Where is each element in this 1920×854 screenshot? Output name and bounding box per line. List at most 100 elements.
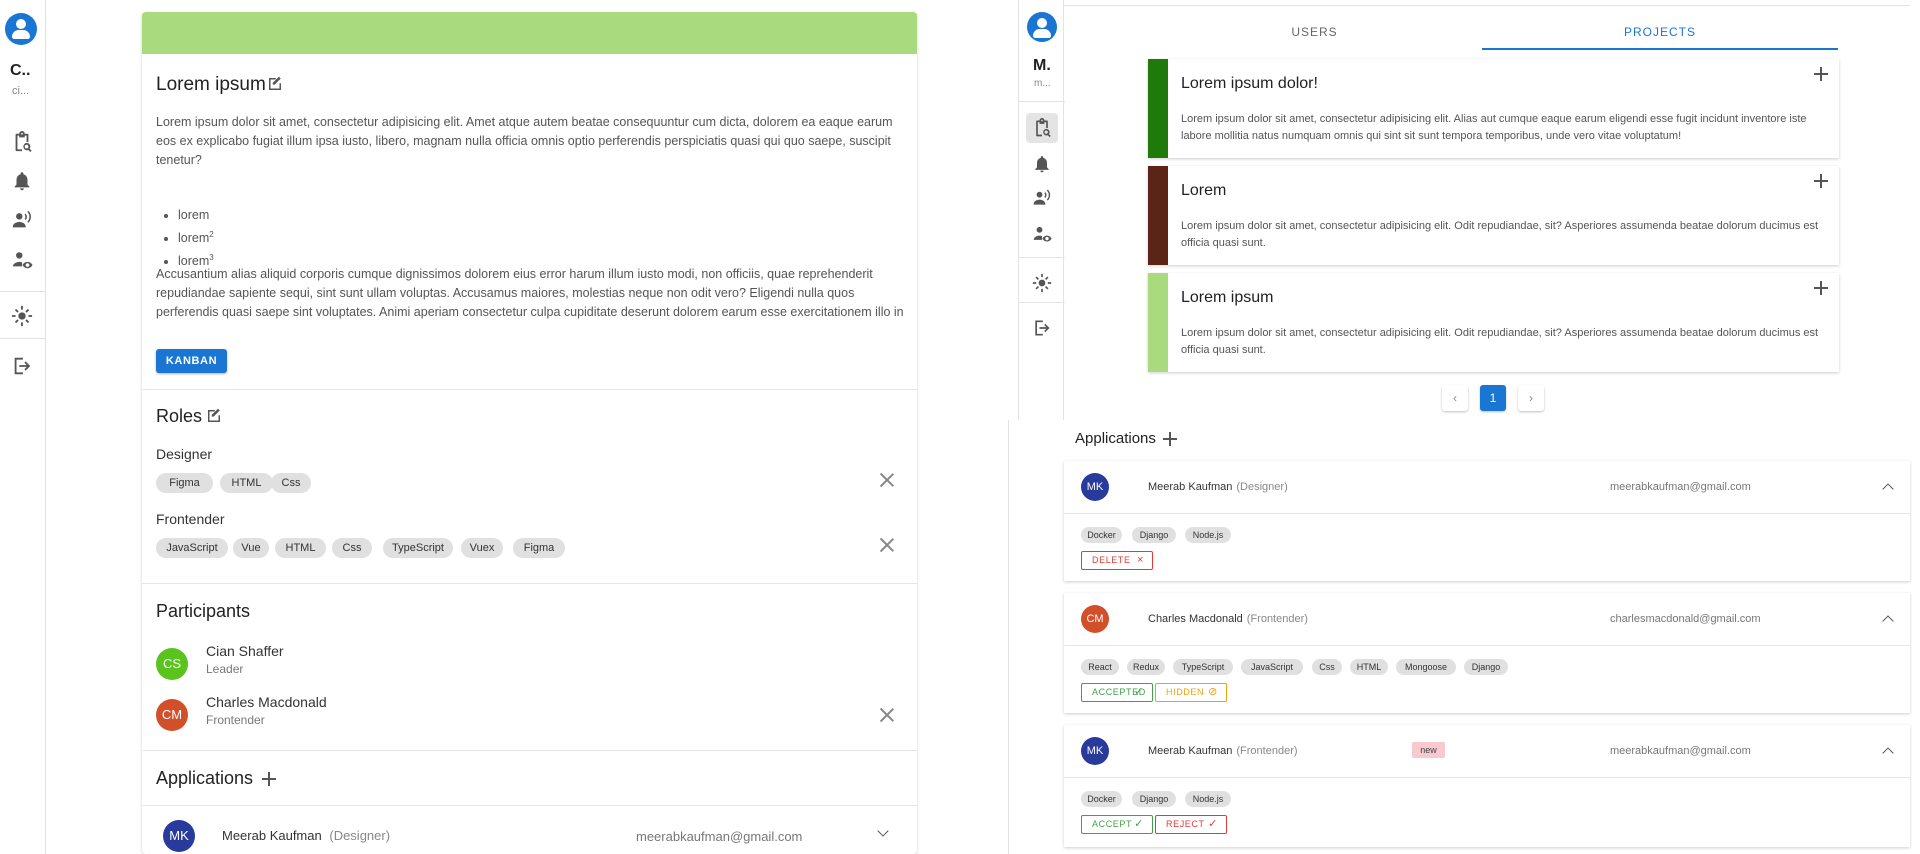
avatar: CS xyxy=(156,648,188,680)
application-card: MK Meerab Kaufman (Frontender) new meerab… xyxy=(1064,725,1910,847)
project-description-more: Accusantium alias aliquid corporis cumqu… xyxy=(156,267,904,319)
section-divider xyxy=(142,389,917,390)
plus-icon[interactable] xyxy=(1163,432,1177,446)
edit-icon[interactable] xyxy=(266,75,284,93)
logout-icon[interactable] xyxy=(1032,318,1052,338)
project-color-bar xyxy=(1148,166,1168,265)
role-name: Designer xyxy=(156,446,213,462)
avatar: MK xyxy=(163,820,195,852)
edit-icon[interactable] xyxy=(205,407,223,425)
skill-chip: Django xyxy=(1132,527,1176,543)
sidebar-divider xyxy=(1019,101,1065,102)
applications-title: Applications xyxy=(156,768,254,788)
chevron-up-icon[interactable] xyxy=(1882,747,1894,759)
remove-role-icon[interactable] xyxy=(878,536,896,554)
participant-role: Frontender xyxy=(206,713,265,727)
skill-chip: TypeScript xyxy=(1173,659,1233,675)
card-divider xyxy=(1064,513,1910,514)
bell-icon[interactable] xyxy=(1032,154,1052,174)
bell-icon[interactable] xyxy=(11,170,33,192)
tab-projects[interactable]: PROJECTS xyxy=(1482,25,1838,39)
check-icon: ✓ xyxy=(1208,818,1218,830)
skill-chip: Docker xyxy=(1081,791,1122,807)
role-name: Frontender xyxy=(156,511,225,527)
user-account-icon[interactable] xyxy=(1027,12,1057,42)
project-card-description: Lorem ipsum dolor sit amet, consectetur … xyxy=(1181,327,1819,356)
project-card[interactable]: Lorem Lorem ipsum dolor sit amet, consec… xyxy=(1148,166,1839,265)
skill-chip: Mongoose xyxy=(1396,659,1456,675)
status-badge: new xyxy=(1412,742,1445,758)
skill-chip: JavaScript xyxy=(1241,659,1303,675)
project-card-title: Lorem xyxy=(1181,182,1227,199)
pagination-next[interactable]: › xyxy=(1518,385,1544,411)
skill-chip: JavaScript xyxy=(156,538,228,558)
list-item: lorem2 xyxy=(178,225,214,248)
applicant-name: Charles Macdonald (Frontender) xyxy=(1148,613,1308,625)
brightness-icon[interactable] xyxy=(1032,273,1052,293)
skill-chip: TypeScript xyxy=(383,538,453,558)
check-icon: ✓ xyxy=(1134,818,1144,830)
pagination-prev[interactable]: ‹ xyxy=(1442,385,1468,411)
skill-chip: HTML xyxy=(275,538,326,558)
eye-off-icon: ⊘ xyxy=(1208,686,1218,698)
user-account-icon[interactable] xyxy=(5,13,37,45)
sidebar-user-email: ci... xyxy=(12,85,30,97)
skill-chip: HTML xyxy=(1350,659,1388,675)
assignment-search-icon[interactable] xyxy=(11,131,33,153)
skill-chip: Figma xyxy=(513,538,565,558)
project-card-description: Lorem ipsum dolor sit amet, consectetur … xyxy=(1181,220,1819,249)
skill-chip: Django xyxy=(1132,791,1176,807)
application-card: CM Charles Macdonald (Frontender) charles… xyxy=(1064,593,1910,713)
sidebar-divider xyxy=(0,291,46,292)
right-sidebar: M. m... xyxy=(1018,0,1065,420)
brightness-icon[interactable] xyxy=(11,305,33,327)
remove-role-icon[interactable] xyxy=(878,471,896,489)
close-icon: × xyxy=(1136,554,1144,566)
pagination-page-1[interactable]: 1 xyxy=(1480,385,1506,411)
chevron-up-icon[interactable] xyxy=(1882,615,1894,627)
avatar: MK xyxy=(1081,737,1109,765)
project-card-title: Lorem ipsum xyxy=(1181,289,1274,306)
remove-participant-icon[interactable] xyxy=(878,706,896,724)
project-banner xyxy=(142,12,917,54)
sidebar-user-email: m... xyxy=(1034,78,1051,89)
team-icon[interactable] xyxy=(1032,188,1052,208)
project-card[interactable]: Lorem ipsum dolor! Lorem ipsum dolor sit… xyxy=(1148,59,1839,158)
plus-icon[interactable] xyxy=(1814,174,1828,188)
delete-button[interactable]: DELETE × xyxy=(1081,551,1153,570)
participant-name: Cian Shaffer xyxy=(206,643,284,659)
assignment-search-icon[interactable] xyxy=(1032,118,1052,138)
section-divider xyxy=(142,805,917,806)
chevron-up-icon[interactable] xyxy=(1882,483,1894,495)
user-visibility-icon[interactable] xyxy=(1032,224,1052,244)
kanban-button[interactable]: KANBAN xyxy=(156,349,227,373)
avatar: CM xyxy=(156,699,188,731)
participant-role: Leader xyxy=(206,662,244,676)
sidebar-divider xyxy=(0,338,46,339)
tab-users[interactable]: USERS xyxy=(1148,25,1481,39)
user-visibility-icon[interactable] xyxy=(11,249,33,271)
skill-chip: HTML xyxy=(220,473,273,493)
tab-indicator xyxy=(1482,48,1838,50)
project-title: Lorem ipsum xyxy=(156,74,266,95)
applicant-name: Meerab Kaufman (Designer) xyxy=(1148,481,1288,493)
section-divider xyxy=(142,750,917,751)
chevron-down-icon[interactable] xyxy=(877,825,889,837)
plus-icon[interactable] xyxy=(1814,281,1828,295)
accepted-button[interactable]: ACCEPTED ✓ xyxy=(1081,683,1153,702)
application-card: MK Meerab Kaufman (Designer) meerabkaufma… xyxy=(1064,461,1910,581)
plus-icon[interactable] xyxy=(1814,67,1828,81)
accept-button[interactable]: ACCEPT ✓ xyxy=(1081,815,1153,834)
participants-title: Participants xyxy=(156,601,251,621)
list-item: lorem xyxy=(178,206,214,225)
sidebar-user-name: C.. xyxy=(10,62,31,79)
plus-icon[interactable] xyxy=(262,772,276,786)
hidden-button[interactable]: HIDDEN ⊘ xyxy=(1155,683,1227,702)
project-card-description: Lorem ipsum dolor sit amet, consectetur … xyxy=(1181,113,1807,142)
logout-icon[interactable] xyxy=(11,355,33,377)
applicant-email: meerabkaufman@gmail.com xyxy=(1610,745,1751,757)
reject-button[interactable]: REJECT ✓ xyxy=(1155,815,1227,834)
team-icon[interactable] xyxy=(11,209,33,231)
sidebar-divider xyxy=(1019,257,1065,258)
project-card[interactable]: Lorem ipsum Lorem ipsum dolor sit amet, … xyxy=(1148,273,1839,372)
